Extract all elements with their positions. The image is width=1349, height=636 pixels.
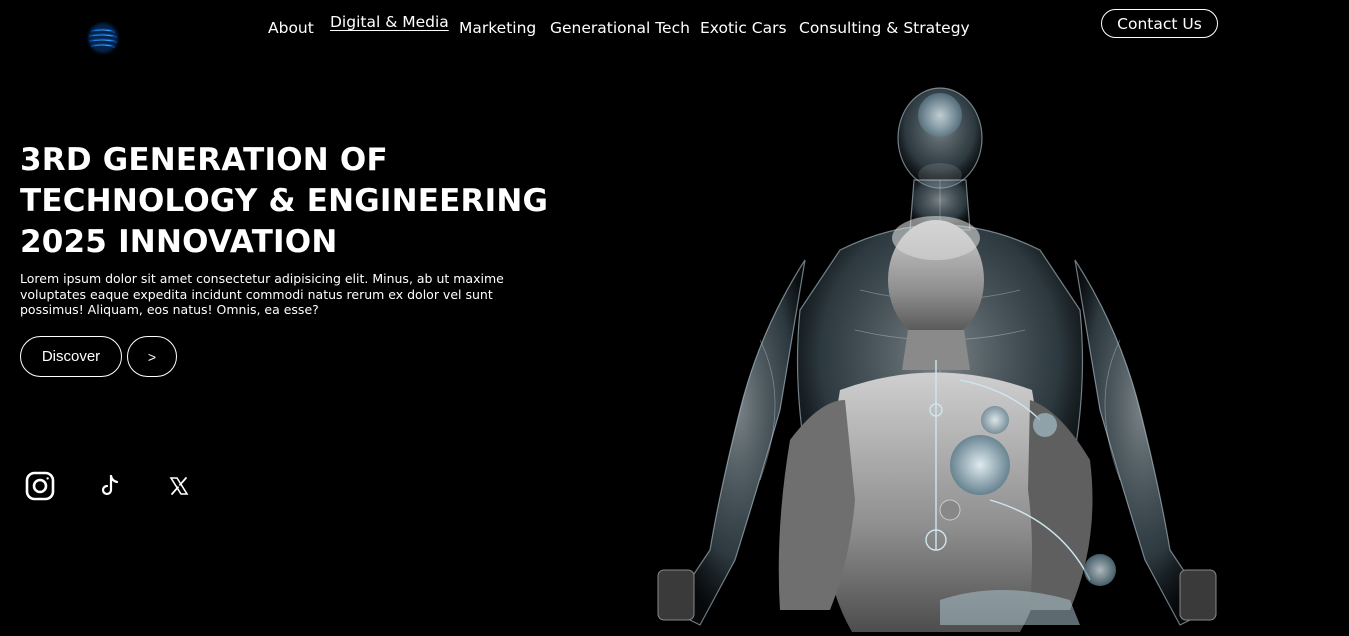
hero-description: Lorem ipsum dolor sit amet consectetur a… bbox=[20, 271, 504, 317]
hero-title-line-1: 3RD GENERATION OF bbox=[20, 142, 388, 178]
discover-button[interactable]: Discover bbox=[20, 336, 122, 377]
hero-cyborg-image bbox=[640, 80, 1240, 632]
nav-item-generational-tech[interactable]: Generational Tech bbox=[550, 19, 690, 37]
instagram-icon[interactable] bbox=[24, 470, 56, 502]
nav-item-about[interactable]: About bbox=[268, 19, 314, 37]
hero-title: 3RD GENERATION OF TECHNOLOGY & ENGINEERI… bbox=[20, 140, 548, 263]
nav-item-exotic-cars[interactable]: Exotic Cars bbox=[700, 19, 787, 37]
next-button[interactable]: > bbox=[127, 336, 177, 377]
hero-title-line-3: 2025 INNOVATION bbox=[20, 224, 338, 260]
x-icon[interactable] bbox=[168, 475, 190, 497]
nav-item-digital-media[interactable]: Digital & Media bbox=[330, 13, 449, 31]
contact-us-button[interactable]: Contact Us bbox=[1101, 9, 1218, 38]
tiktok-icon[interactable] bbox=[99, 474, 121, 498]
hero-title-line-2: TECHNOLOGY & ENGINEERING bbox=[20, 183, 549, 219]
nav-item-marketing[interactable]: Marketing bbox=[459, 19, 536, 37]
nav-item-consulting-strategy[interactable]: Consulting & Strategy bbox=[799, 19, 970, 37]
